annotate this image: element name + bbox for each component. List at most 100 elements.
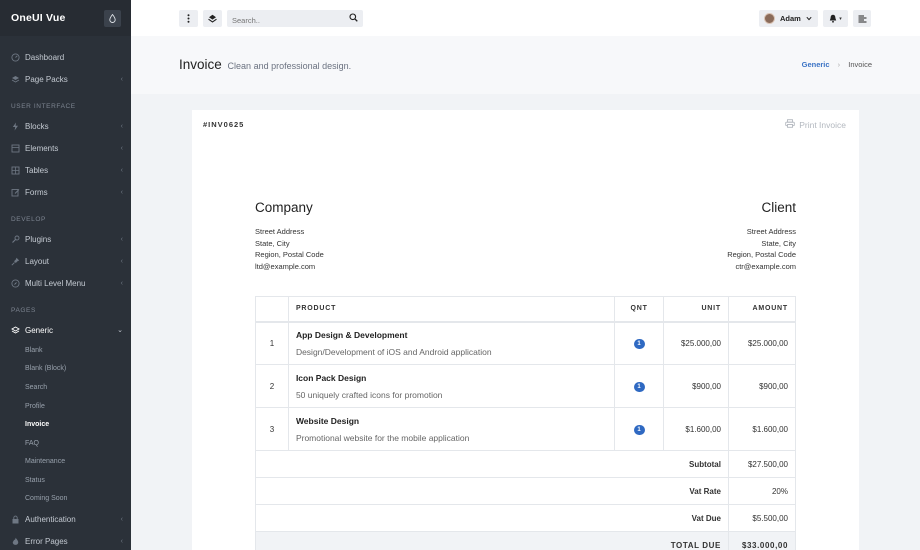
submenu-item-faq[interactable]: FAQ (25, 440, 39, 447)
bolt-icon (11, 122, 20, 131)
theme-toggle-button[interactable] (104, 9, 121, 27)
sidebar-item-dashboard[interactable]: Dashboard (0, 47, 131, 67)
vertical-dots-icon (187, 14, 190, 23)
submenu-item-maintenance[interactable]: Maintenance (25, 458, 65, 465)
sidebar-item-forms[interactable]: Forms ‹ (0, 182, 131, 202)
qty-badge: 1 (633, 424, 645, 435)
row-number: 1 (255, 321, 289, 365)
invoice-number: #INV0625 (203, 120, 245, 129)
sidebar-toggle-button[interactable] (179, 10, 198, 27)
speedometer-icon (11, 52, 20, 62)
section-heading-develop: DEVELOP (11, 216, 46, 223)
sidebar-item-generic[interactable]: Generic ⌄ (0, 320, 131, 340)
column-header-amount: AMOUNT (727, 296, 797, 323)
subtotal-row: Subtotal $27.500,00 (255, 450, 797, 478)
page-hero: Invoice Clean and professional design. G… (131, 36, 920, 94)
sidebar-item-label: Layout (25, 256, 50, 266)
print-invoice-button[interactable]: Print Invoice (785, 119, 846, 130)
submenu-item-profile[interactable]: Profile (25, 403, 45, 410)
invoice-table: PRODUCT QNT UNIT AMOUNT 1 App Design & D… (255, 296, 797, 550)
sidebar-item-blocks[interactable]: Blocks ‹ (0, 116, 131, 136)
company-region: Region, Postal Code (255, 250, 324, 260)
sidebar-item-label: Blocks (25, 121, 49, 131)
search-box (227, 10, 363, 29)
submenu-item-status[interactable]: Status (25, 477, 45, 484)
chevron-left-icon: ‹ (120, 257, 123, 265)
chevron-down-icon (806, 14, 812, 23)
page-title: Invoice Clean and professional design. (179, 57, 351, 72)
column-header-qnt: QNT (614, 296, 665, 323)
qty-badge: 1 (633, 338, 645, 349)
product-name: Icon Pack Design (295, 372, 367, 383)
column-header-product: PRODUCT (287, 296, 616, 323)
printer-icon (785, 119, 795, 130)
chevron-left-icon: ‹ (120, 235, 123, 243)
notifications-button[interactable]: ▾ (823, 10, 848, 27)
submenu-item-invoice[interactable]: Invoice (25, 421, 49, 428)
product-cell: App Design & Development Design/Developm… (287, 321, 616, 365)
section-heading-pages: PAGES (11, 307, 36, 314)
sidebar-item-label: Forms (25, 187, 48, 197)
amount: $25.000,00 (727, 321, 797, 365)
chevron-left-icon: ‹ (120, 166, 123, 174)
unit-price: $900,00 (663, 364, 729, 408)
breadcrumb: Generic › Invoice (802, 60, 872, 69)
company-state-city: State, City (255, 238, 290, 248)
sidebar-item-multi-level-menu[interactable]: Multi Level Menu ‹ (0, 273, 131, 293)
list-icon (858, 15, 866, 22)
unit-price: $25.000,00 (663, 321, 729, 365)
sidebar-item-authentication[interactable]: Authentication ‹ (0, 509, 131, 529)
submenu-item-blank-block[interactable]: Blank (Block) (25, 365, 66, 372)
client-name: Client (761, 200, 796, 215)
client-street: Street Address (746, 227, 796, 236)
chevron-left-icon: ‹ (120, 75, 123, 83)
table-row: 2 Icon Pack Design 50 uniquely crafted i… (255, 364, 797, 408)
chevron-left-icon: ‹ (120, 537, 123, 545)
sidebar-item-tables[interactable]: Tables ‹ (0, 160, 131, 180)
search-icon[interactable] (349, 13, 358, 24)
submenu-item-search[interactable]: Search (25, 384, 47, 391)
print-invoice-label: Print Invoice (799, 119, 846, 130)
sidebar-item-label: Plugins (25, 234, 52, 244)
sidebar-item-page-packs[interactable]: Page Packs ‹ (0, 69, 131, 89)
subtotal-label: Subtotal (255, 450, 729, 478)
brand-logo[interactable]: OneUI Vue (11, 12, 66, 24)
sidebar-item-layout[interactable]: Layout ‹ (0, 251, 131, 271)
sidebar-item-label: Tables (25, 165, 49, 175)
amount: $900,00 (727, 364, 797, 408)
sidebar-item-label: Dashboard (25, 52, 65, 62)
invoice-block: #INV0625 Print Invoice Company Street Ad… (192, 110, 859, 550)
subtotal-value: $27.500,00 (727, 450, 797, 478)
product-name: Website Design (295, 415, 360, 426)
qty-cell: 1 (614, 364, 665, 408)
edit-icon (11, 188, 20, 197)
sidebar-item-plugins[interactable]: Plugins ‹ (0, 229, 131, 249)
layout-options-button[interactable] (203, 10, 222, 27)
client-state-city: State, City (761, 238, 796, 248)
qty-badge: 1 (633, 381, 645, 392)
submenu-item-blank[interactable]: Blank (25, 347, 43, 354)
company-name: Company (255, 200, 313, 215)
user-menu-button[interactable]: Adam (759, 10, 818, 27)
product-description: 50 uniquely crafted icons for promotion (295, 389, 443, 400)
pin-icon (11, 257, 20, 266)
compass-icon (11, 278, 20, 288)
total-due-label: TOTAL DUE (255, 531, 729, 550)
caret-down-icon: ▾ (839, 15, 842, 22)
sidebar-item-label: Generic (25, 325, 54, 335)
side-overlay-button[interactable] (853, 10, 871, 27)
sidebar-item-label: Error Pages (25, 536, 68, 546)
sidebar-item-label: Page Packs (25, 74, 68, 84)
submenu-item-coming-soon[interactable]: Coming Soon (25, 495, 67, 502)
breadcrumb-current: Invoice (848, 60, 872, 69)
vat-due-value: $5.500,00 (727, 504, 797, 532)
layers-icon (11, 325, 20, 335)
search-input[interactable] (227, 12, 342, 29)
bell-icon (830, 14, 837, 23)
breadcrumb-link-generic[interactable]: Generic (802, 60, 830, 69)
sidebar-item-label: Elements (25, 143, 59, 153)
sidebar-item-elements[interactable]: Elements ‹ (0, 138, 131, 158)
sidebar-item-error-pages[interactable]: Error Pages ‹ (0, 531, 131, 550)
chevron-left-icon: ‹ (120, 279, 123, 287)
row-number: 2 (255, 364, 289, 408)
